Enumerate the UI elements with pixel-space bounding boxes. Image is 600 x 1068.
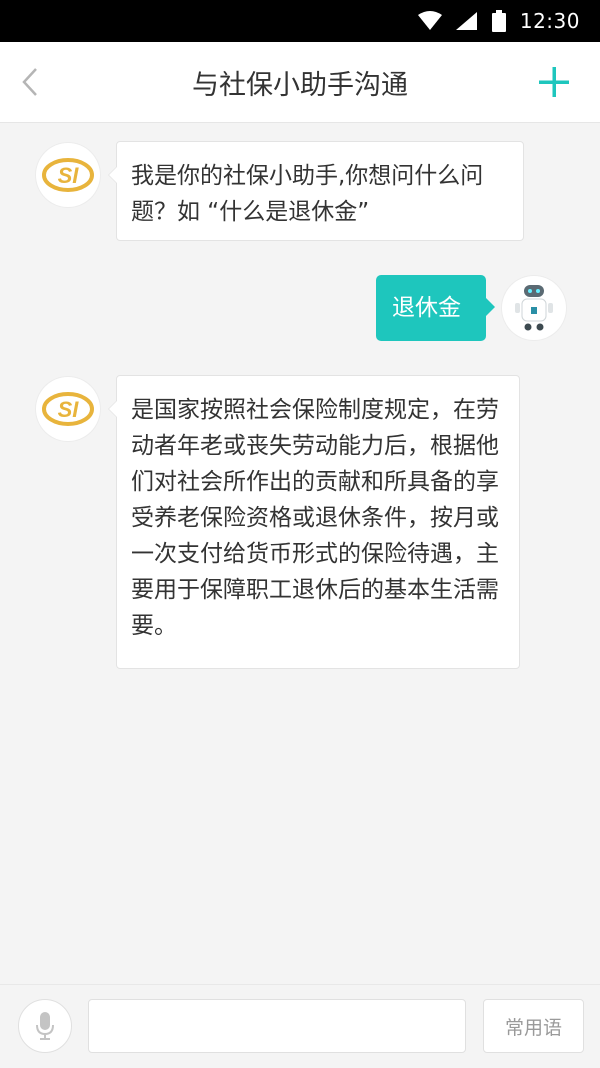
chevron-left-icon bbox=[20, 67, 40, 97]
wifi-icon bbox=[417, 11, 442, 31]
svg-text:SI: SI bbox=[58, 163, 80, 188]
message-text: 退休金 bbox=[392, 295, 461, 321]
message-text: 是国家按照社会保险制度规定，在劳动者年老或丧失劳动能力后，根据他们对社会所作出的… bbox=[131, 397, 499, 639]
message-bubble-2: 退休金 bbox=[376, 275, 495, 341]
status-icons: 12:30 bbox=[417, 0, 580, 42]
add-button[interactable] bbox=[536, 64, 572, 100]
message-bubble-3: 是国家按照社会保险制度规定，在劳动者年老或丧失劳动能力后，根据他们对社会所作出的… bbox=[108, 375, 520, 669]
battery-icon bbox=[491, 10, 506, 32]
si-logo-icon: SI bbox=[42, 158, 94, 192]
svg-text:SI: SI bbox=[58, 397, 80, 422]
si-logo-icon: SI bbox=[42, 392, 94, 426]
message-text: 我是你的社保小助手,你想问什么问题？如 “什么是退休金” bbox=[131, 163, 484, 225]
message-bubble-1: 我是你的社保小助手,你想问什么问题？如 “什么是退休金” bbox=[108, 141, 524, 241]
back-button[interactable] bbox=[10, 62, 50, 102]
input-bar: 常用语 bbox=[0, 984, 600, 1068]
user-avatar[interactable] bbox=[502, 276, 566, 340]
voice-input-button[interactable] bbox=[18, 999, 72, 1053]
robot-avatar-icon bbox=[512, 283, 556, 333]
microphone-icon bbox=[35, 1011, 55, 1041]
page-title: 与社保小助手沟通 bbox=[192, 69, 408, 101]
assistant-avatar[interactable]: SI bbox=[36, 143, 100, 207]
plus-icon bbox=[538, 66, 570, 98]
chat-area[interactable]: SI 我是你的社保小助手,你想问什么问题？如 “什么是退休金” 退休金 SI 是… bbox=[0, 123, 600, 983]
assistant-avatar[interactable]: SI bbox=[36, 377, 100, 441]
status-bar: 12:30 bbox=[0, 0, 600, 42]
header: 与社保小助手沟通 bbox=[0, 42, 600, 123]
message-input[interactable] bbox=[88, 999, 466, 1053]
signal-icon bbox=[455, 11, 478, 31]
common-phrases-button[interactable]: 常用语 bbox=[483, 999, 584, 1053]
status-time: 12:30 bbox=[519, 9, 580, 33]
